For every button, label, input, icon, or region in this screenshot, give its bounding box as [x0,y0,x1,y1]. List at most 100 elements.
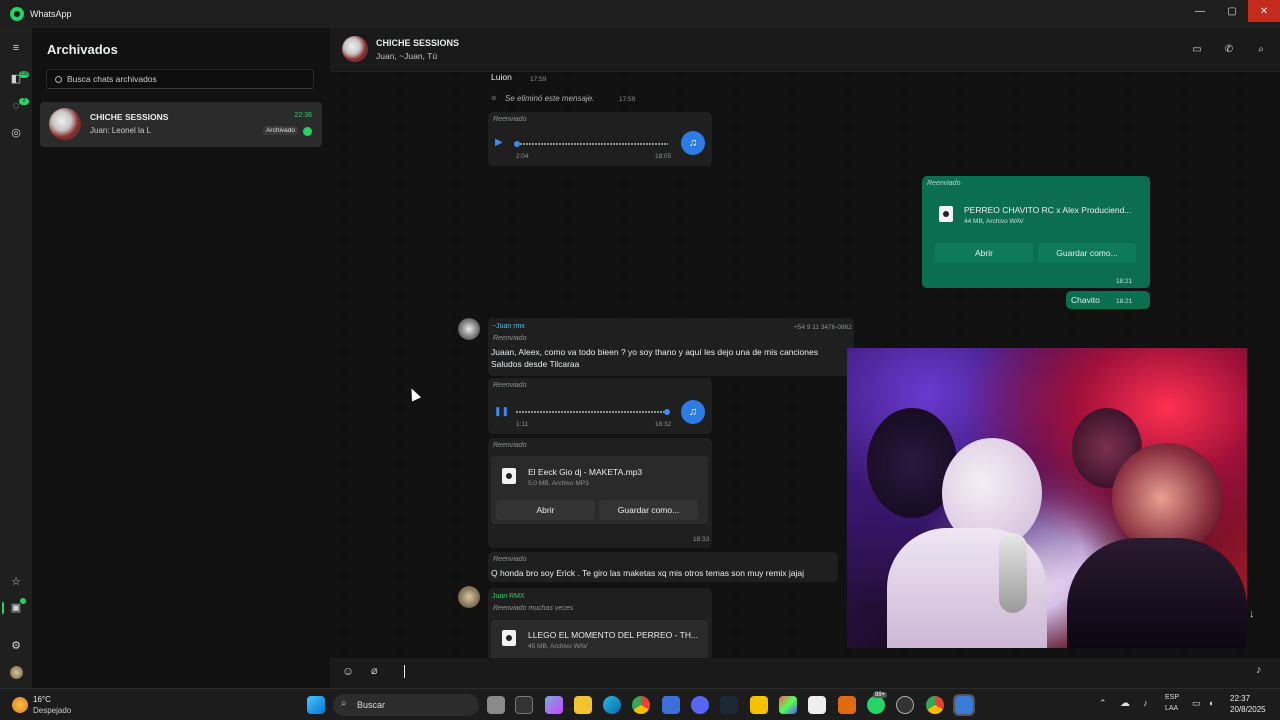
network-icon[interactable]: ▭ [1192,698,1201,709]
chat-header[interactable]: CHICHE SESSIONS Juan, ~Juan, Tú ▭ ✆ ⌕ [330,28,1280,72]
audio-track[interactable] [516,411,666,413]
steam-icon[interactable] [720,696,738,714]
audio-message[interactable]: Reenviado ❚❚ 1:11 18:32 ♫ [488,378,712,434]
incoming-file-message[interactable]: Reenviado El Eeck Gio dj - MAKETA.mp3 5,… [488,438,712,548]
scroll-down-icon[interactable]: ↓ [1249,608,1255,620]
incoming-file-message[interactable]: Juan RMX Reenviado muchas veces LLEGO EL… [488,588,712,658]
rockstar-icon[interactable] [750,696,768,714]
incoming-text-message[interactable]: ~Juan rmx +54 9 11 3476-0862 Reenviado J… [488,318,854,376]
video-overlay[interactable] [847,348,1247,648]
chrome-icon[interactable] [632,696,650,714]
group-avatar[interactable] [342,36,368,62]
file-explorer-icon[interactable] [574,696,592,714]
deleted-message[interactable]: ⊘ Se eliminó este mensaje. 17:59 [488,92,646,108]
message-input[interactable] [404,665,405,678]
widgets-icon[interactable] [515,696,533,714]
weather-icon[interactable] [12,697,28,713]
edge-icon[interactable] [603,696,621,714]
save-as-button[interactable]: Guardar como... [1038,243,1136,263]
profile-avatar[interactable] [8,664,24,680]
mic-tray-icon[interactable]: ♪ [1143,698,1148,708]
minimize-button[interactable]: — [1184,0,1216,22]
onedrive-icon[interactable]: ☁ [1120,698,1130,709]
starred-icon[interactable]: ☆ [8,573,24,589]
settings-icon[interactable]: ⚙ [8,637,24,653]
open-button[interactable]: Abrir [496,500,595,520]
message-text: Luion [491,72,512,82]
obs-icon[interactable] [896,696,914,714]
task-view-icon[interactable] [487,696,505,714]
chrome-profile-icon[interactable] [926,696,944,714]
sender-name[interactable]: Juan RMX [492,593,525,600]
clock-date[interactable]: 20/8/2025 [1230,705,1266,714]
volume-icon[interactable]: ◖ [1208,698,1213,708]
outgoing-file-message[interactable]: Reenviado PERREO CHAVITO RC x Alex Produ… [922,176,1150,288]
clock-time[interactable]: 22:37 [1230,694,1250,703]
video-call-icon[interactable]: ▭ [1190,42,1204,56]
fl-studio-icon[interactable] [838,696,856,714]
audio-track[interactable] [520,143,668,145]
chat-avatar [49,108,81,140]
forwarded-label: Reenviado [493,335,527,342]
keyboard-layout[interactable]: LAA [1165,705,1178,712]
status-badge: 2 [19,98,29,105]
whatsapp-taskbar-icon[interactable] [867,696,885,714]
document-icon [502,630,516,646]
microphone-icon[interactable]: ♪ [1256,664,1262,676]
windows-start-icon[interactable] [307,696,325,714]
attach-icon[interactable]: ⌀ [371,664,378,677]
file-meta: 44 MB, Archivo WAV [964,218,1024,225]
play-icon[interactable]: ▶ [495,137,503,148]
capcut-icon[interactable] [808,696,826,714]
search-input[interactable]: Busca chats archivados [46,69,314,89]
title-bar: WhatsApp — ▢ ✕ [0,0,1280,28]
tray-expand-icon[interactable]: ⌃ [1099,698,1107,709]
message-time: 18:21 [1116,298,1133,305]
audio-knob[interactable] [664,409,670,415]
forwarded-label: Reenviado muchas veces [493,605,574,612]
app-title: WhatsApp [30,9,72,19]
file-meta: 5,0 MB, Archivo MP3 [528,480,589,487]
music-icon: ♫ [681,131,705,155]
search-icon [55,75,62,83]
group-name[interactable]: CHICHE SESSIONS [376,38,459,48]
file-name: LLEGO EL MOMENTO DEL PERREO - TH... [528,630,699,640]
audio-message[interactable]: Reenviado ▶ 2:04 18:05 ♫ [488,112,712,166]
maximize-button[interactable]: ▢ [1216,0,1248,22]
sender-name[interactable]: ~Juan rmx [492,323,525,330]
store-icon[interactable] [662,696,680,714]
message-text-2: Saludos desde Tilcaraa [491,359,580,369]
emoji-icon[interactable]: ☺ [342,664,354,678]
message-time: 17:59 [530,76,547,83]
search-icon[interactable]: ⌕ [1254,42,1268,56]
phone-icon[interactable]: ✆ [1222,42,1236,56]
message-time: 18:21 [1116,278,1133,285]
open-button[interactable]: Abrir [935,243,1033,263]
channels-icon[interactable]: ◎ [8,124,24,140]
copilot-icon[interactable] [545,696,563,714]
taskbar-search[interactable]: ⌕ Buscar [333,694,479,716]
active-app-icon[interactable] [953,694,975,716]
message-time: 18:32 [655,421,672,428]
file-name: PERREO CHAVITO RC x Alex Produciend... [964,205,1132,215]
message-bubble[interactable]: Luion 17:59 [488,72,552,88]
language-code[interactable]: ESP [1165,694,1179,701]
forwarded-label: Reenviado [927,180,961,187]
forwarded-label: Reenviado [493,382,527,389]
chat-preview: Juan: Leonel la L [90,126,151,135]
photos-icon[interactable] [779,696,797,714]
chat-list-item[interactable]: CHICHE SESSIONS Juan: Leonel la L 22:36 … [40,102,322,147]
sender-avatar[interactable] [458,318,480,340]
outgoing-message[interactable]: Chavito 18:21 [1066,291,1150,309]
pause-icon[interactable]: ❚❚ [494,406,509,417]
forwarded-label: Reenviado [493,116,527,123]
save-as-button[interactable]: Guardar como... [599,500,698,520]
archived-chip: Archivado [263,126,298,135]
group-members: Juan, ~Juan, Tú [376,51,438,61]
discord-icon[interactable] [691,696,709,714]
incoming-text-message[interactable]: Reenviado Q honda bro soy Erick . Te gir… [488,552,838,582]
close-button[interactable]: ✕ [1248,0,1280,22]
sender-avatar[interactable] [458,586,480,608]
menu-icon[interactable]: ≡ [8,40,24,56]
unread-dot [303,127,312,136]
